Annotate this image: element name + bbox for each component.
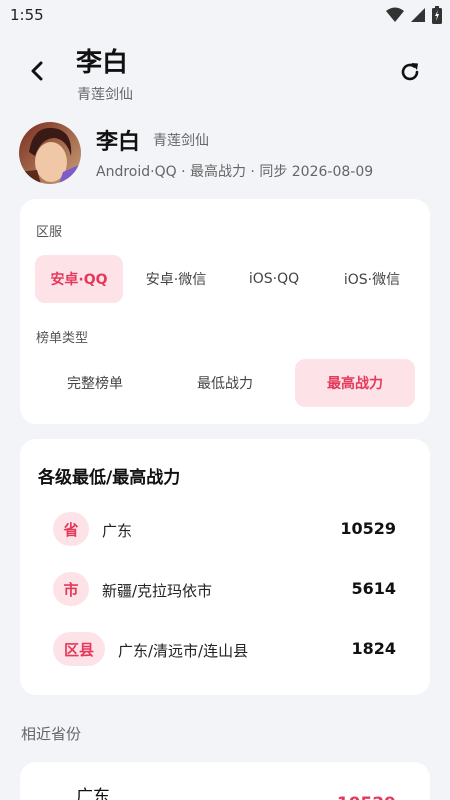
list-type-label: 榜单类型 (36, 331, 89, 346)
signal-icon (410, 7, 426, 27)
stat-place: 广东/清远市/连山县 (118, 642, 249, 660)
battery-icon (432, 6, 442, 28)
nearby-label: 相近省份 (21, 725, 82, 743)
page-title: 李白 (76, 48, 129, 78)
server-label: 区服 (36, 225, 63, 240)
stat-value: 10529 (340, 519, 396, 538)
wifi-icon (386, 7, 404, 27)
hero-avatar (19, 122, 81, 184)
status-bar: 1:55 (0, 0, 450, 32)
filter-card: 区服 安卓·QQ 安卓·微信 iOS·QQ iOS·微信 榜单类型 完整榜单 最… (20, 199, 430, 424)
server-chip-ios-qq[interactable]: iOS·QQ (231, 255, 317, 303)
back-button[interactable] (22, 58, 52, 88)
hero-tag: 青莲剑仙 (153, 133, 209, 149)
stat-place: 广东 (102, 522, 133, 540)
chevron-icon: ‹ (36, 796, 42, 800)
header: 李白 青莲剑仙 (0, 36, 450, 108)
nearby-card[interactable]: ‹ 广东 10529 (20, 762, 430, 800)
stat-value: 5614 (351, 579, 396, 598)
hero-meta: Android·QQ · 最高战力 · 同步 2026-08-09 (96, 164, 374, 180)
server-chip-android-qq[interactable]: 安卓·QQ (35, 255, 123, 303)
hero-name: 李白 (96, 130, 141, 155)
list-type-highest[interactable]: 最高战力 (295, 359, 415, 407)
list-type-lowest[interactable]: 最低战力 (165, 359, 285, 407)
stat-row-city[interactable]: 市 新疆/克拉玛依市 5614 (20, 570, 430, 610)
server-chip-android-wechat[interactable]: 安卓·微信 (133, 255, 219, 303)
status-time: 1:55 (10, 6, 44, 24)
status-icons (386, 6, 442, 28)
refresh-button[interactable] (396, 60, 424, 88)
stats-title: 各级最低/最高战力 (38, 468, 181, 488)
stat-value: 1824 (351, 639, 396, 658)
level-badge: 区县 (53, 632, 105, 666)
stat-place: 新疆/克拉玛依市 (102, 582, 213, 600)
page-subtitle: 青莲剑仙 (77, 87, 133, 103)
nearby-province: 广东 (76, 787, 110, 800)
stat-row-province[interactable]: 省 广东 10529 (20, 510, 430, 550)
chevron-left-icon (30, 61, 44, 85)
server-chip-ios-wechat[interactable]: iOS·微信 (329, 255, 415, 303)
hero-profile: 李白 青莲剑仙 Android·QQ · 最高战力 · 同步 2026-08-0… (0, 118, 450, 192)
refresh-icon (398, 60, 422, 88)
level-badge: 省 (53, 512, 89, 546)
nearby-value: 10529 (337, 794, 396, 800)
stats-card: 各级最低/最高战力 省 广东 10529 市 新疆/克拉玛依市 5614 区县 … (20, 439, 430, 695)
level-badge: 市 (53, 572, 89, 606)
stat-row-county[interactable]: 区县 广东/清远市/连山县 1824 (20, 630, 430, 670)
list-type-full[interactable]: 完整榜单 (35, 359, 155, 407)
